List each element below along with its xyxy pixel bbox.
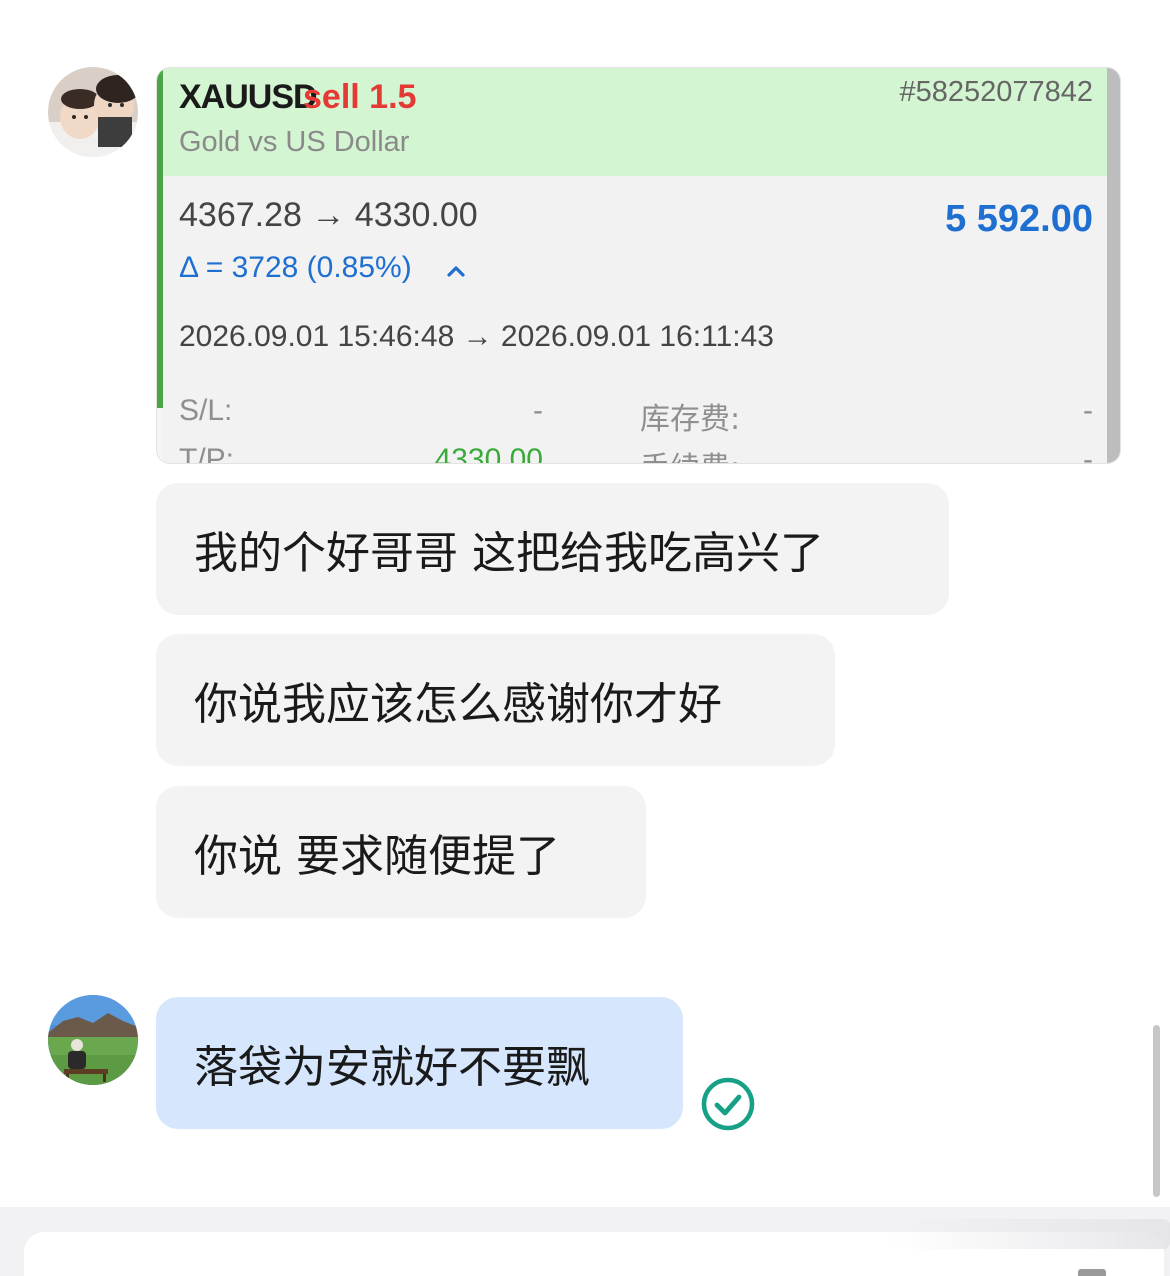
tp-value: 4330.00 <box>434 443 543 464</box>
trade-card-body: XAUUSD sell 1.5 Gold vs US Dollar #58252… <box>163 68 1109 464</box>
message-text: 你说我应该怎么感谢你才好 <box>194 679 722 730</box>
composer-hint-bar <box>890 1219 1170 1249</box>
trade-symbol: XAUUSD <box>179 78 318 116</box>
avatar-photo-icon <box>48 67 138 157</box>
composer-area <box>0 1207 1170 1276</box>
trade-card-edge <box>1107 68 1120 463</box>
message-text: 我的个好哥哥 这把给我吃高兴了 <box>194 528 824 579</box>
trade-delta: Δ = 3728 (0.85%) <box>179 251 412 284</box>
trade-screenshot-card[interactable]: XAUUSD sell 1.5 Gold vs US Dollar #58252… <box>156 67 1121 464</box>
trade-accent-bar <box>157 68 163 408</box>
commission-label: 手续费: <box>640 443 740 463</box>
trade-description: Gold vs US Dollar <box>179 126 410 158</box>
composer-icon[interactable] <box>1078 1269 1106 1276</box>
sl-label: S/L: <box>179 394 233 427</box>
message-text: 落袋为安就好不要飘 <box>194 1042 590 1093</box>
read-check-icon <box>701 1077 755 1131</box>
swap-value: - <box>1083 394 1093 427</box>
trade-times: 2026.09.01 15:46:48 → 2026.09.01 16:11:4… <box>179 320 774 353</box>
message-bubble-incoming[interactable]: 你说 要求随便提了 <box>156 786 646 918</box>
message-bubble-incoming[interactable]: 我的个好哥哥 这把给我吃高兴了 <box>156 483 949 615</box>
swap-label: 库存费: <box>640 402 741 437</box>
message-bubble-outgoing[interactable]: 落袋为安就好不要飘 <box>156 997 683 1129</box>
trade-prices: 4367.28 → 4330.00 <box>179 196 478 234</box>
my-avatar[interactable] <box>48 995 138 1085</box>
trade-profit: 5 592.00 <box>945 198 1093 240</box>
contact-avatar[interactable] <box>48 67 138 157</box>
message-bubble-incoming[interactable]: 你说我应该怎么感谢你才好 <box>156 634 835 766</box>
message-text: 你说 要求随便提了 <box>194 831 560 882</box>
trade-side: sell 1.5 <box>303 78 417 116</box>
commission-value: - <box>1083 443 1093 464</box>
avatar-landscape-icon <box>48 995 138 1085</box>
chat-screen: XAUUSD sell 1.5 Gold vs US Dollar #58252… <box>0 0 1170 1276</box>
trade-ticket: #58252077842 <box>899 76 1093 108</box>
tp-label: T/P: <box>179 443 235 464</box>
chat-scrollbar[interactable] <box>1153 1025 1160 1197</box>
chevron-up-icon <box>447 266 465 277</box>
sl-value: - <box>533 394 543 427</box>
trade-card-header: XAUUSD sell 1.5 Gold vs US Dollar #58252… <box>163 68 1109 176</box>
